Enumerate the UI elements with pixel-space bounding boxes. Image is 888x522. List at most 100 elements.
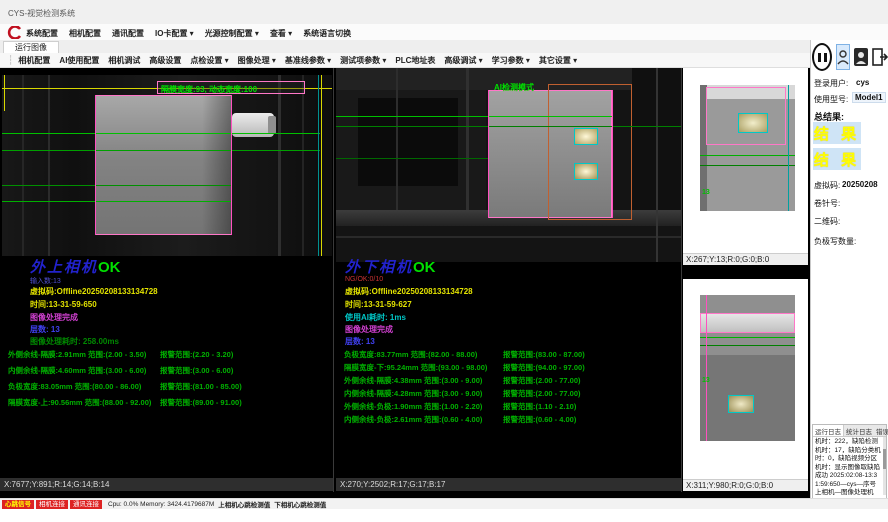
status-bar: 心跳信号 相机连接 通讯连接 Cpu: 0.0% Memory: 3424.41… [0, 498, 888, 509]
tool-image-processing[interactable]: 图像处理 ▾ [238, 55, 276, 66]
menu-item-language-switch[interactable]: 系统语言切换 [303, 28, 351, 39]
machine-texture [48, 75, 50, 256]
middle-cam-time: 时间:13-31-59-627 [345, 299, 412, 310]
machine-texture [22, 75, 24, 256]
tool-camera-debug[interactable]: 相机调试 [108, 55, 140, 66]
app-logo-icon [7, 26, 22, 39]
middle-measure-row: 内侧余线-负极:2.61mm 范围:(0.60 - 4.00) [344, 414, 482, 425]
middle-cam-subtitle: NG/OK:0/10 [345, 276, 383, 283]
machine-opening [358, 98, 458, 186]
sub-toolbar: ┆ 相机配置 AI使用配置 相机调试 高级设置 点检设置 ▾ 图像处理 ▾ 基准… [0, 53, 810, 68]
pause-button[interactable] [812, 43, 832, 71]
log-tab-error[interactable]: 错误日志 [874, 425, 888, 436]
left-alarm-range: 报警范围:(3.00 - 6.00) [160, 365, 233, 376]
left-measure-row: 外侧余线-隔膜:2.91mm 范围:(2.00 - 3.50) [8, 349, 146, 360]
middle-cam-title: 外下相机OK [345, 256, 436, 277]
qr-code-label: 二维码: [814, 216, 840, 227]
exit-door-icon [872, 48, 888, 66]
left-camera-image[interactable]: 隔膜宽度:93, 动态宽度:100 [2, 75, 332, 256]
overlay-line-green [2, 201, 232, 202]
menu-items: 系统配置 相机配置 通讯配置 IO卡配置 ▾ 光源控制配置 ▾ 查看 ▾ 系统语… [26, 28, 362, 39]
middle-measure-row: 外侧余线-负极:1.90mm 范围:(1.00 - 2.20) [344, 401, 482, 412]
menu-item-io-card-config[interactable]: IO卡配置 ▾ [155, 28, 194, 39]
left-measure-row: 隔膜宽度-上:90.56mm 范围:(88.00 - 92.00) [8, 397, 151, 408]
log-tab-stats[interactable]: 统计日志 [844, 425, 874, 436]
overlay-line-magenta [488, 90, 489, 218]
tool-spot-check[interactable]: 点检设置 ▾ [190, 55, 228, 66]
thumb-top-panel[interactable]: 13 X:267;Y:13;R:0;G:0;B:0 [683, 68, 808, 265]
left-alarm-range: 报警范围:(81.00 - 85.00) [160, 381, 242, 392]
overlay-line-green [700, 165, 795, 166]
overlay-line-green [336, 158, 488, 159]
upper-cam-heartbeat: 上相机心跳检测值 [218, 499, 270, 509]
middle-cam-ok-status: OK [413, 259, 436, 276]
machine-rail [336, 236, 681, 238]
log-tab-run[interactable]: 运行日志 [813, 425, 844, 436]
middle-measure-row: 隔膜宽度-下:95.24mm 范围:(93.00 - 98.00) [344, 362, 487, 373]
overlay-line-green [2, 150, 320, 151]
left-cam-time: 时间:13-31-59-650 [30, 299, 97, 310]
middle-alarm-range: 报警范围:(1.10 - 2.10) [503, 401, 576, 412]
log-tabs: 运行日志 统计日志 错误日志 [813, 425, 886, 437]
overlay-label-box: 隔膜宽度:93, 动态宽度:100 [157, 81, 305, 94]
menu-item-light-control-config[interactable]: 光源控制配置 ▾ [205, 28, 259, 39]
overlay-line-magenta [231, 95, 232, 235]
middle-cam-ai-elapsed: 使用AI耗时: 1ms [345, 312, 406, 323]
thumb-tab-spot [728, 395, 754, 413]
middle-alarm-range: 报警范围:(2.00 - 77.00) [503, 375, 581, 386]
tool-test-item-params[interactable]: 测试项参数 ▾ [340, 55, 386, 66]
left-cam-subtitle: 输入数:13 [30, 276, 61, 286]
tool-other-settings[interactable]: 其它设置 ▾ [539, 55, 577, 66]
left-cam-ok-status: OK [98, 259, 121, 276]
model-value[interactable]: Model1 [852, 92, 886, 103]
overlay-line-green [2, 185, 232, 186]
tool-learning-params[interactable]: 学习参数 ▾ [492, 55, 530, 66]
overlay-line-yellow [4, 75, 5, 111]
thumb-bottom-tag: 13 [702, 377, 710, 384]
tool-advanced-debug[interactable]: 高级调试 ▾ [444, 55, 482, 66]
middle-alarm-range: 报警范围:(0.60 - 4.00) [503, 414, 576, 425]
middle-camera-image[interactable]: AI检测模式 [336, 68, 681, 262]
neg-write-count-label: 负极写数量: [814, 236, 856, 247]
menu-item-view[interactable]: 查看 ▾ [270, 28, 292, 39]
left-alarm-range: 报警范围:(89.00 - 91.00) [160, 397, 242, 408]
thumb-roi [706, 87, 786, 145]
middle-cam-process-done: 图像处理完成 [345, 324, 393, 335]
tool-advanced-settings[interactable]: 高级设置 [149, 55, 181, 66]
tool-camera-config[interactable]: 相机配置 [18, 55, 50, 66]
tool-plc-address-table[interactable]: PLC地址表 [395, 55, 435, 66]
tool-ai-usage-config[interactable]: AI使用配置 [59, 55, 99, 66]
result-badge-bottom: 结 果 [813, 148, 861, 170]
menu-item-camera-config[interactable]: 相机配置 [69, 28, 101, 39]
log-scrollbar[interactable] [883, 437, 886, 495]
thumb-bright-band [700, 313, 795, 333]
tab-spot [574, 128, 598, 145]
overlay-line-cyan [788, 85, 789, 211]
app-title: CYS-视觉检测系统 [8, 8, 75, 19]
result-badge-top: 结 果 [813, 122, 861, 144]
lower-cam-heartbeat: 下相机心跳检测值 [274, 499, 326, 509]
menu-item-system-config[interactable]: 系统配置 [26, 28, 58, 39]
thumb-bottom-panel[interactable]: 13 X:311;Y:980;R:0;G:0;B:0 [683, 279, 808, 491]
middle-cam-layer-count: 层数: 13 [345, 336, 375, 347]
thumb-top-coords-bar: X:267;Y:13;R:0;G:0;B:0 [683, 253, 808, 265]
menu-item-comm-config[interactable]: 通讯配置 [112, 28, 144, 39]
panel-divider [333, 68, 334, 492]
left-cam-title: 外上相机OK [30, 256, 121, 277]
operator-button[interactable] [854, 47, 868, 67]
camera-connect-badge: 相机连接 [36, 500, 68, 509]
middle-measure-row: 内侧余线-隔膜:4.28mm 范围:(3.00 - 9.00) [344, 388, 482, 399]
virtual-code-value: 20250208 [842, 180, 878, 189]
overlay-line-green [2, 133, 320, 134]
film-width-overlay-text: 隔膜宽度:93, 动态宽度:100 [161, 84, 257, 95]
heartbeat-signal-badge: 心跳信号 [2, 500, 34, 509]
user-login-button[interactable] [836, 44, 850, 70]
user-icon [837, 49, 849, 65]
app-window: CYS-视觉检测系统 系统配置 相机配置 通讯配置 IO卡配置 ▾ 光源控制配置… [0, 0, 888, 522]
overlay-line-green [700, 155, 795, 156]
tool-baseline-params[interactable]: 基准线参数 ▾ [285, 55, 331, 66]
login-user-value: cys [856, 78, 869, 87]
exit-button[interactable] [872, 47, 888, 67]
middle-alarm-range: 报警范围:(83.00 - 87.00) [503, 349, 585, 360]
toolbar-grip: ┆ [8, 55, 13, 66]
